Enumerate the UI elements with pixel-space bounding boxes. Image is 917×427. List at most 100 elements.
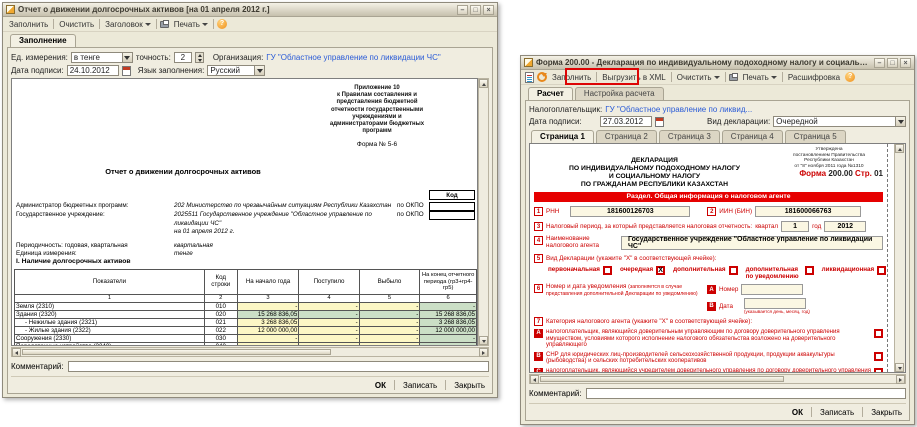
letter-badge-a: А — [534, 329, 543, 338]
annex-header: Приложение 10к Правилам составления и пр… — [293, 85, 461, 135]
item-number: 3 — [534, 222, 543, 231]
chevron-down-icon[interactable] — [895, 117, 905, 126]
section-banner: Раздел. Общая информация о налоговом аге… — [534, 192, 883, 202]
clear-menu-button[interactable]: Очистить — [675, 73, 722, 82]
maximize-icon[interactable]: □ — [887, 58, 898, 68]
letter-badge-b: В — [534, 352, 543, 361]
organization-link[interactable]: ГУ "Областное управление по ликвидации Ч… — [266, 53, 440, 62]
checkbox-ocherednaya[interactable]: X — [656, 266, 665, 275]
declaration-window: Форма 200.00 - Декларация по индивидуаль… — [520, 55, 915, 425]
sign-date-field[interactable]: 27.03.2012 — [600, 116, 652, 127]
item-number: 1 — [534, 207, 543, 216]
sign-date-field[interactable]: 24.10.2012 — [67, 65, 119, 76]
checkbox-category-b[interactable] — [874, 352, 883, 361]
form-page-line: Форма 200.00 Стр. 01 — [775, 171, 883, 177]
okpo-code-cell[interactable] — [429, 202, 475, 211]
print-menu-button[interactable]: Печать — [172, 20, 210, 29]
letter-badge-a: А — [707, 285, 716, 294]
minimize-icon[interactable]: – — [874, 58, 885, 68]
close-icon[interactable]: × — [900, 58, 911, 68]
tab-calc-settings[interactable]: Настройка расчета — [575, 87, 664, 100]
comment-input[interactable] — [68, 361, 489, 372]
tab-page-2[interactable]: Страница 2 — [596, 130, 657, 143]
tab-page-1[interactable]: Страница 1 — [531, 130, 594, 143]
checkbox-category-c[interactable] — [874, 368, 883, 372]
fill-button[interactable]: Заполнить — [7, 20, 50, 29]
vertical-scrollbar[interactable] — [478, 78, 489, 346]
scroll-left-icon[interactable] — [530, 375, 539, 384]
category-item-b: В СНР для юридических лиц-производителей… — [534, 352, 883, 365]
document-title: Отчет о движении долгосрочных активов — [28, 167, 338, 176]
tab-page-5[interactable]: Страница 5 — [785, 130, 846, 143]
tab-calculation[interactable]: Расчет — [528, 87, 573, 100]
header-menu-button[interactable]: Заголовок — [103, 20, 153, 29]
okpo-code-cell[interactable] — [429, 211, 475, 220]
checkbox-category-a[interactable] — [874, 329, 883, 338]
help-icon[interactable]: ? — [845, 72, 855, 82]
calendar-icon[interactable] — [122, 66, 131, 76]
code-column-label: Код — [429, 190, 475, 200]
category-item-c: С налогоплательщик, являющийся учредител… — [534, 368, 883, 372]
tab-zapolnenie[interactable]: Заполнение — [10, 34, 76, 47]
scroll-left-icon[interactable] — [12, 348, 21, 357]
scroll-up-icon[interactable] — [895, 144, 904, 153]
agent-name-field[interactable]: Государственное учреждение "Областное уп… — [621, 236, 883, 250]
horizontal-scrollbar[interactable] — [11, 347, 489, 357]
decode-button[interactable]: Расшифровка — [786, 73, 842, 82]
declaration-toolbar: Заполнить Выгрузить в XML Очистить Печат… — [521, 70, 914, 85]
scroll-down-icon[interactable] — [479, 336, 488, 345]
spinner-icon[interactable] — [195, 52, 204, 63]
notice-number-field[interactable] — [741, 284, 803, 295]
vertical-scrollbar[interactable] — [894, 144, 905, 372]
notice-label: Номер и дата уведомления (заполняется в … — [546, 284, 704, 297]
scrollbar-thumb[interactable] — [22, 349, 331, 355]
comment-input[interactable] — [586, 388, 906, 399]
close-button[interactable]: Закрыть — [867, 408, 906, 417]
tab-page-3[interactable]: Страница 3 — [659, 130, 720, 143]
horizontal-scrollbar[interactable] — [529, 374, 906, 384]
letter-badge-b: В — [707, 302, 716, 311]
scroll-right-icon[interactable] — [896, 375, 905, 384]
document-info: Администратор бюджетных программ: 202 Ми… — [16, 202, 475, 259]
chevron-down-icon[interactable] — [122, 53, 132, 62]
refresh-icon[interactable] — [537, 72, 547, 82]
notice-date-label: Дата — [719, 303, 733, 310]
declaration-kind-select[interactable]: Очередной — [773, 116, 906, 127]
calendar-icon[interactable] — [655, 117, 664, 127]
close-icon[interactable]: × — [483, 5, 494, 15]
info-label: Государственное учреждение: — [16, 211, 174, 220]
scrollbar-thumb[interactable] — [540, 376, 784, 382]
unit-select[interactable]: в тенге — [71, 52, 133, 63]
form-icon[interactable] — [525, 72, 534, 83]
checkbox-likvidatsionnaya[interactable] — [877, 266, 886, 275]
print-menu-button[interactable]: Печать — [741, 73, 779, 82]
table-row: Земля (2310) 010 - - - - — [15, 303, 477, 311]
tab-page-4[interactable]: Страница 4 — [722, 130, 783, 143]
item-number: 4 — [534, 236, 543, 245]
ok-button[interactable]: ОК — [371, 381, 390, 390]
checkbox-pervonachalnaya[interactable] — [603, 266, 612, 275]
save-button[interactable]: Записать — [816, 408, 858, 417]
checkbox-dopolnitelnaya-po-uvedomleniyu[interactable] — [805, 266, 814, 275]
scroll-up-icon[interactable] — [479, 79, 488, 88]
help-icon[interactable]: ? — [217, 19, 227, 29]
year-field[interactable]: 2012 — [824, 221, 866, 232]
quarter-field[interactable]: 1 — [781, 221, 809, 232]
precision-stepper[interactable]: 2 — [174, 52, 192, 63]
notice-date-field[interactable] — [744, 298, 806, 309]
fill-language-select[interactable]: Русский — [207, 65, 265, 76]
save-button[interactable]: Записать — [399, 381, 441, 390]
ok-button[interactable]: ОК — [788, 408, 807, 417]
rnn-field[interactable]: 181600126703 — [570, 206, 690, 217]
scroll-down-icon[interactable] — [895, 363, 904, 372]
table-row: Здания (2320) 020 15 268 836,05 - - 15 2… — [15, 311, 477, 319]
taxpayer-link[interactable]: ГУ "Областное управление по ликвид... — [605, 105, 752, 114]
checkbox-dopolnitelnaya[interactable] — [729, 266, 738, 275]
close-button[interactable]: Закрыть — [450, 381, 489, 390]
chevron-down-icon[interactable] — [254, 66, 264, 75]
scroll-right-icon[interactable] — [479, 348, 488, 357]
minimize-icon[interactable]: – — [457, 5, 468, 15]
iin-field[interactable]: 181600066763 — [755, 206, 861, 217]
clear-button[interactable]: Очистить — [57, 20, 96, 29]
maximize-icon[interactable]: □ — [470, 5, 481, 15]
